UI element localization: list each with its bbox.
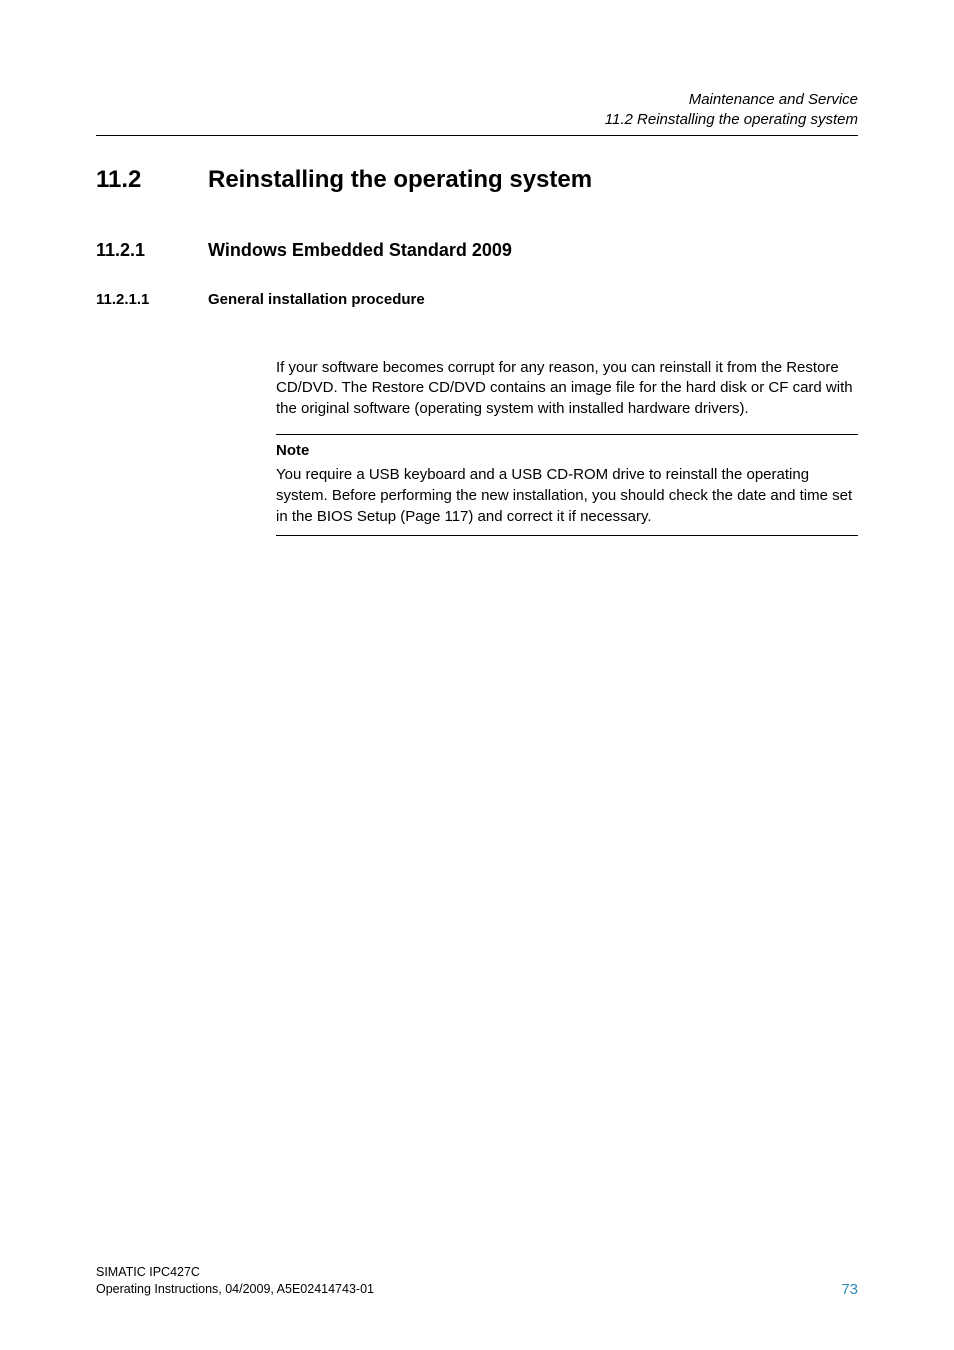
heading-1-title: Reinstalling the operating system — [208, 166, 592, 194]
footer-product: SIMATIC IPC427C — [96, 1264, 374, 1281]
note-box: Note You require a USB keyboard and a US… — [276, 434, 858, 537]
body-paragraph: If your software becomes corrupt for any… — [276, 358, 858, 420]
heading-2-number: 11.2.1 — [96, 240, 208, 261]
page-footer: SIMATIC IPC427C Operating Instructions, … — [96, 1264, 858, 1298]
heading-level-1: 11.2 Reinstalling the operating system — [96, 166, 858, 194]
note-text-after: ) and correct it if necessary. — [468, 508, 651, 525]
footer-meta: Operating Instructions, 04/2009, A5E0241… — [96, 1281, 374, 1298]
note-text: You require a USB keyboard and a USB CD-… — [276, 465, 858, 527]
heading-1-number: 11.2 — [96, 166, 208, 194]
page-link[interactable]: 117 — [444, 508, 468, 525]
footer-left: SIMATIC IPC427C Operating Instructions, … — [96, 1264, 374, 1298]
heading-2-title: Windows Embedded Standard 2009 — [208, 240, 512, 261]
body-content: If your software becomes corrupt for any… — [276, 358, 858, 537]
heading-level-2: 11.2.1 Windows Embedded Standard 2009 — [96, 240, 858, 261]
running-header-section: 11.2 Reinstalling the operating system — [96, 110, 858, 130]
heading-level-3: 11.2.1.1 General installation procedure — [96, 291, 858, 308]
note-label: Note — [276, 441, 858, 462]
running-header: Maintenance and Service 11.2 Reinstallin… — [96, 90, 858, 131]
bios-setup-link[interactable]: BIOS Setup — [317, 508, 396, 525]
heading-3-title: General installation procedure — [208, 291, 425, 308]
document-page: Maintenance and Service 11.2 Reinstallin… — [0, 0, 954, 1350]
footer-page-number: 73 — [841, 1281, 858, 1298]
header-rule — [96, 135, 858, 136]
running-header-chapter: Maintenance and Service — [96, 90, 858, 110]
heading-3-number: 11.2.1.1 — [96, 291, 208, 308]
note-text-mid: (Page — [396, 508, 444, 525]
